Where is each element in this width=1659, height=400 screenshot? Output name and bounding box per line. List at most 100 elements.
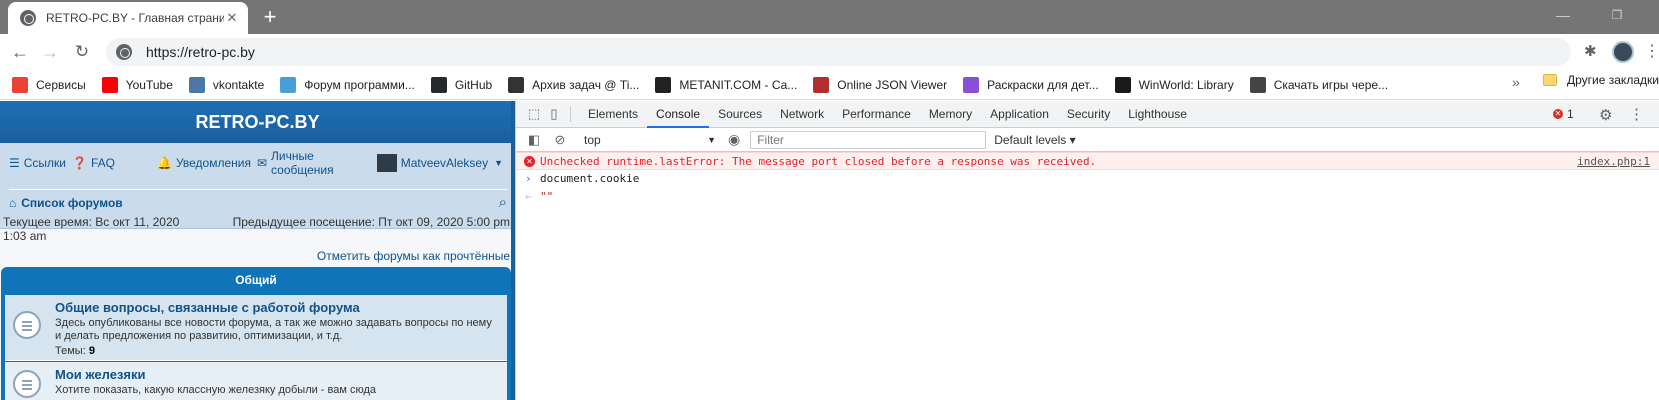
user-avatar — [376, 154, 397, 172]
forward-button[interactable]: → — [37, 39, 63, 65]
tab-title: RETRO-PC.BY - Главная страниц — [46, 11, 224, 25]
console-input-text[interactable]: document.cookie — [540, 172, 639, 185]
download-games-icon — [1249, 76, 1266, 93]
coloring-icon — [963, 76, 980, 93]
search-icon[interactable]: ⌕ — [499, 194, 507, 211]
devtools-tab-application[interactable]: Application — [981, 101, 1058, 128]
more-options-icon[interactable]: ⋮ — [1629, 105, 1644, 123]
inspect-element-icon[interactable]: ⬚ — [526, 106, 542, 122]
forum-title-link[interactable]: Мои железяки — [55, 367, 146, 382]
inbox-icon: ✉ — [256, 156, 268, 170]
dropdown-arrow-icon: ▼ — [707, 134, 716, 145]
context-value: top — [584, 132, 601, 147]
devtools-tab-lighthouse[interactable]: Lighthouse — [1119, 101, 1196, 128]
console-filter-input[interactable] — [750, 130, 987, 149]
bookmark-label: Online JSON Viewer — [837, 77, 948, 92]
site-title[interactable]: RETRO-PC.BY — [0, 101, 515, 143]
bookmark-item[interactable]: WinWorld: Library — [1107, 73, 1242, 97]
bookmark-item[interactable]: Online JSON Viewer — [805, 73, 955, 97]
error-icon: ✕ — [524, 156, 535, 167]
restore-window-icon[interactable]: ❐ — [1594, 4, 1640, 26]
forum-title-link[interactable]: Общие вопросы, связанные с работой форум… — [55, 300, 360, 315]
bell-icon: 🔔 — [156, 156, 172, 170]
mark-forums-read-link[interactable]: Отметить форумы как прочтённые — [317, 249, 510, 263]
error-text: Unchecked runtime.lastError: The message… — [540, 155, 1097, 168]
forum-description: Хотите показать, какую классную железяку… — [55, 384, 377, 396]
metanit-icon — [655, 76, 672, 93]
nav-faq-link[interactable]: ❓ FAQ — [72, 156, 115, 170]
winworld-icon — [1114, 76, 1131, 93]
question-circle-icon: ❓ — [72, 156, 87, 170]
reload-button[interactable]: ↻ — [69, 39, 95, 65]
bookmark-label: WinWorld: Library — [1138, 77, 1234, 92]
extensions-puzzle-icon[interactable]: ✱ — [1584, 44, 1600, 60]
bookmark-label: Архив задач @ Ti... — [532, 77, 640, 92]
error-count-badge[interactable]: ✕ 1 — [1553, 107, 1574, 121]
error-icon: ✕ — [1553, 109, 1563, 119]
other-bookmarks-folder[interactable]: Другие закладки — [1543, 73, 1659, 87]
log-levels-dropdown[interactable]: Default levels ▾ — [994, 133, 1075, 147]
bookmark-item[interactable]: Архив задач @ Ti... — [500, 73, 647, 97]
console-input-line: › document.cookie — [516, 170, 1659, 188]
bookmarks-overflow-icon[interactable]: » — [1512, 74, 1520, 90]
bookmark-item[interactable]: Сервисы — [4, 73, 94, 97]
bookmark-label: Форум программи... — [304, 77, 415, 92]
return-arrow-icon: ← — [525, 190, 532, 203]
bookmark-item[interactable]: Раскраски для дет... — [955, 73, 1106, 97]
bookmark-item[interactable]: vkontakte — [181, 73, 272, 97]
context-selector[interactable]: top ▼ — [580, 131, 720, 149]
prompt-chevron-icon: › — [525, 172, 532, 185]
browser-tab-active[interactable]: RETRO-PC.BY - Главная страниц ✕ — [8, 2, 248, 34]
apps-grid-icon — [12, 76, 28, 93]
devtools-tab-network[interactable]: Network — [771, 101, 833, 128]
devtools-tab-security[interactable]: Security — [1058, 101, 1119, 128]
settings-gear-icon[interactable]: ⚙ — [1599, 106, 1612, 124]
site-info-icon[interactable] — [116, 44, 132, 60]
bookmark-label: Сервисы — [36, 77, 86, 92]
bookmark-item[interactable]: Форум программи... — [272, 73, 423, 97]
nav-notifications-link[interactable]: 🔔 Уведомления — [157, 156, 251, 170]
nav-faq-label: FAQ — [90, 156, 115, 170]
url-text[interactable]: https://retro-pc.by — [146, 44, 255, 60]
minimize-window-icon[interactable]: — — [1540, 4, 1586, 26]
bookmark-item[interactable]: YouTube — [94, 73, 181, 97]
console-toolbar: ◧ ⊘ top ▼ ◉ Default levels ▾ — [516, 128, 1659, 152]
devtools-tab-elements[interactable]: Elements — [579, 101, 647, 128]
bookmark-item[interactable]: GitHub — [423, 73, 500, 97]
bookmark-item[interactable]: Скачать игры чере... — [1242, 73, 1396, 97]
other-bookmarks-label: Другие закладки — [1567, 73, 1659, 87]
profile-avatar[interactable] — [1612, 41, 1634, 63]
browser-menu-icon[interactable]: ⋮ — [1644, 42, 1659, 62]
bookmark-label: YouTube — [125, 77, 173, 92]
devtools-tab-performance[interactable]: Performance — [833, 101, 920, 128]
devtools-panel: ⬚ ▯ Elements Console Sources Network Perform… — [515, 101, 1659, 400]
user-menu[interactable]: MatveevAleksey ▼ — [376, 154, 503, 172]
devtools-tab-memory[interactable]: Memory — [920, 101, 981, 128]
device-toolbar-icon[interactable]: ▯ — [546, 106, 562, 122]
address-bar[interactable]: https://retro-pc.by — [106, 38, 1571, 66]
bookmark-item[interactable]: METANIT.COM - Са... — [647, 73, 805, 97]
category-title[interactable]: Общий — [1, 267, 511, 293]
error-source-link[interactable]: index.php:1 — [1577, 155, 1650, 168]
caret-down-icon: ▼ — [494, 158, 503, 168]
web-page-viewport: RETRO-PC.BY ☰ Ссылки ❓ FAQ 🔔 Уведомления… — [0, 101, 515, 400]
bookmark-label: Раскраски для дет... — [987, 77, 1099, 92]
breadcrumb-forum-index[interactable]: ⌂ Список форумов — [9, 196, 123, 210]
forum-description: Здесь опубликованы все новости форума, а… — [55, 317, 492, 342]
devtools-tab-console[interactable]: Console — [647, 101, 710, 128]
bookmark-label: vkontakte — [212, 77, 265, 92]
close-tab-icon[interactable]: ✕ — [224, 10, 240, 26]
clear-console-icon[interactable]: ⊘ — [552, 132, 568, 148]
nav-messages-label: Личные сообщения — [271, 149, 334, 177]
site-favicon-icon — [20, 10, 36, 26]
show-sidebar-icon[interactable]: ◧ — [526, 132, 542, 148]
nav-links-menu[interactable]: ☰ Ссылки — [9, 156, 66, 170]
github-icon — [430, 76, 447, 93]
new-tab-button[interactable]: + — [258, 6, 282, 30]
nav-messages-link[interactable]: ✉ Личные сообщения — [257, 149, 371, 177]
divider — [570, 106, 571, 122]
devtools-tab-sources[interactable]: Sources — [709, 101, 771, 128]
forum-icon — [280, 76, 297, 93]
live-expression-eye-icon[interactable]: ◉ — [728, 131, 740, 148]
back-button[interactable]: ← — [7, 39, 33, 65]
